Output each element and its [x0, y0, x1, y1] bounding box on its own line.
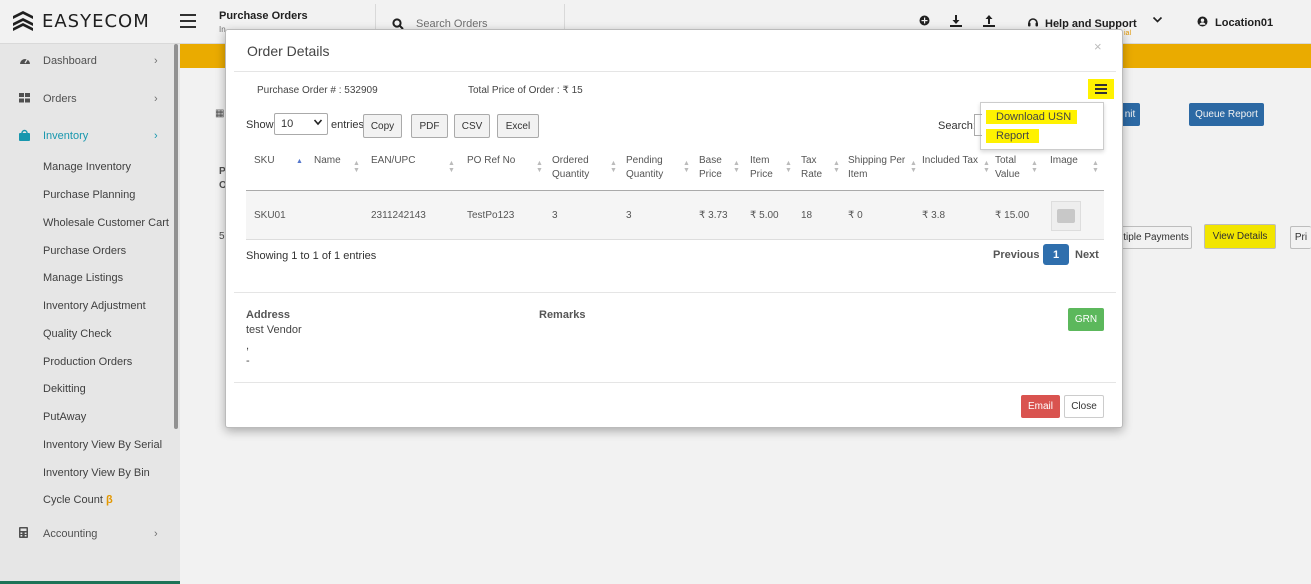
menu-item-report[interactable]: Report [986, 129, 1040, 143]
close-button[interactable]: Close [1064, 395, 1104, 418]
show-label: Show [246, 119, 274, 131]
address-line: - [246, 355, 250, 367]
column-header-name[interactable]: Name [314, 154, 341, 168]
divider [234, 71, 1116, 72]
entries-label: entries [331, 119, 365, 131]
pdf-button[interactable]: PDF [411, 114, 448, 138]
total-price: Total Price of Order : ₹ 15 [468, 85, 583, 96]
column-header-ean-upc[interactable]: EAN/UPC [371, 154, 415, 168]
divider [234, 292, 1116, 293]
total-price-value: ₹ 15 [562, 85, 583, 96]
column-header-total-value[interactable]: Total Value [995, 154, 1020, 182]
po-number-value: 532909 [344, 85, 378, 96]
table-info: Showing 1 to 1 of 1 entries [246, 250, 377, 262]
modal-title: Order Details [247, 43, 330, 59]
copy-button[interactable]: Copy [363, 114, 402, 138]
page-size-value: 10 [281, 118, 294, 130]
column-header-base-price[interactable]: Base Price [699, 154, 722, 182]
menu-item-download-usn[interactable]: Download USN [986, 110, 1078, 124]
email-button[interactable]: Email [1021, 395, 1060, 418]
sort-asc-icon: ▲ [296, 158, 303, 165]
column-header-included-tax[interactable]: Included Tax [922, 154, 978, 168]
address-line: test Vendor [246, 324, 302, 336]
sort-icon: ▲ ▼ [733, 160, 740, 174]
pagination-previous[interactable]: Previous [993, 249, 1039, 261]
cell-tax-rate: 18 [801, 210, 813, 221]
divider [234, 382, 1116, 383]
address-line: , [246, 340, 250, 352]
column-header-tax-rate[interactable]: Tax Rate [801, 154, 822, 182]
cell-item-price: ₹ 5.00 [750, 210, 779, 221]
table-search-input[interactable] [974, 114, 982, 136]
po-number: Purchase Order # : 532909 [257, 85, 378, 96]
sort-icon: ▲ ▼ [683, 160, 690, 174]
column-header-shipping-per-item[interactable]: Shipping Per Item [848, 154, 905, 182]
order-details-modal: Order Details × Purchase Order # : 53290… [225, 29, 1123, 428]
remarks-label: Remarks [539, 309, 586, 321]
column-header-po-ref-no[interactable]: PO Ref No [467, 154, 515, 168]
close-icon[interactable]: × [1094, 39, 1102, 54]
cell-ean-upc: 2311242143 [371, 210, 426, 221]
cell-sku: SKU01 [254, 210, 286, 221]
cell-ordered-quantity: 3 [552, 210, 558, 221]
po-number-label: Purchase Order # : [257, 85, 342, 96]
cell-shipping-per-item: ₹ 0 [848, 210, 863, 221]
chevron-down-icon [313, 117, 323, 130]
table-search-label: Search: [938, 120, 976, 132]
excel-button[interactable]: Excel [497, 114, 539, 138]
column-header-item-price[interactable]: Item Price [750, 154, 773, 182]
sort-icon: ▲ ▼ [448, 160, 455, 174]
export-menu: Download USN Report [980, 102, 1104, 150]
product-image-placeholder-icon[interactable] [1051, 201, 1081, 231]
menu-icon[interactable] [1088, 79, 1114, 99]
address-label: Address [246, 309, 291, 321]
cell-pending-quantity: 3 [626, 210, 632, 221]
sort-icon: ▲ ▼ [833, 160, 840, 174]
column-header-image[interactable]: Image [1050, 154, 1078, 168]
sort-icon: ▲ ▼ [536, 160, 543, 174]
csv-button[interactable]: CSV [454, 114, 490, 138]
pagination-page-1[interactable]: 1 [1043, 244, 1069, 265]
sort-icon: ▲ ▼ [353, 160, 360, 174]
cell-po-ref-no: TestPo123 [467, 210, 515, 221]
cell-total-value: ₹ 15.00 [995, 210, 1030, 221]
pagination-next[interactable]: Next [1075, 249, 1099, 261]
grn-button[interactable]: GRN [1068, 308, 1104, 331]
sort-icon: ▲ ▼ [983, 160, 990, 174]
sort-icon: ▲ ▼ [1092, 160, 1099, 174]
sort-icon: ▲ ▼ [910, 160, 917, 174]
sort-icon: ▲ ▼ [1031, 160, 1038, 174]
sort-icon: ▲ ▼ [785, 160, 792, 174]
cell-included-tax: ₹ 3.8 [922, 210, 946, 221]
cell-base-price: ₹ 3.73 [699, 210, 728, 221]
total-price-label: Total Price of Order : [468, 85, 560, 96]
column-header-ordered-quantity[interactable]: Ordered Quantity [552, 154, 589, 182]
column-header-pending-quantity[interactable]: Pending Quantity [626, 154, 663, 182]
column-header-sku[interactable]: SKU [254, 154, 275, 168]
sort-icon: ▲ ▼ [610, 160, 617, 174]
page-size-select[interactable]: 10 [274, 113, 328, 135]
